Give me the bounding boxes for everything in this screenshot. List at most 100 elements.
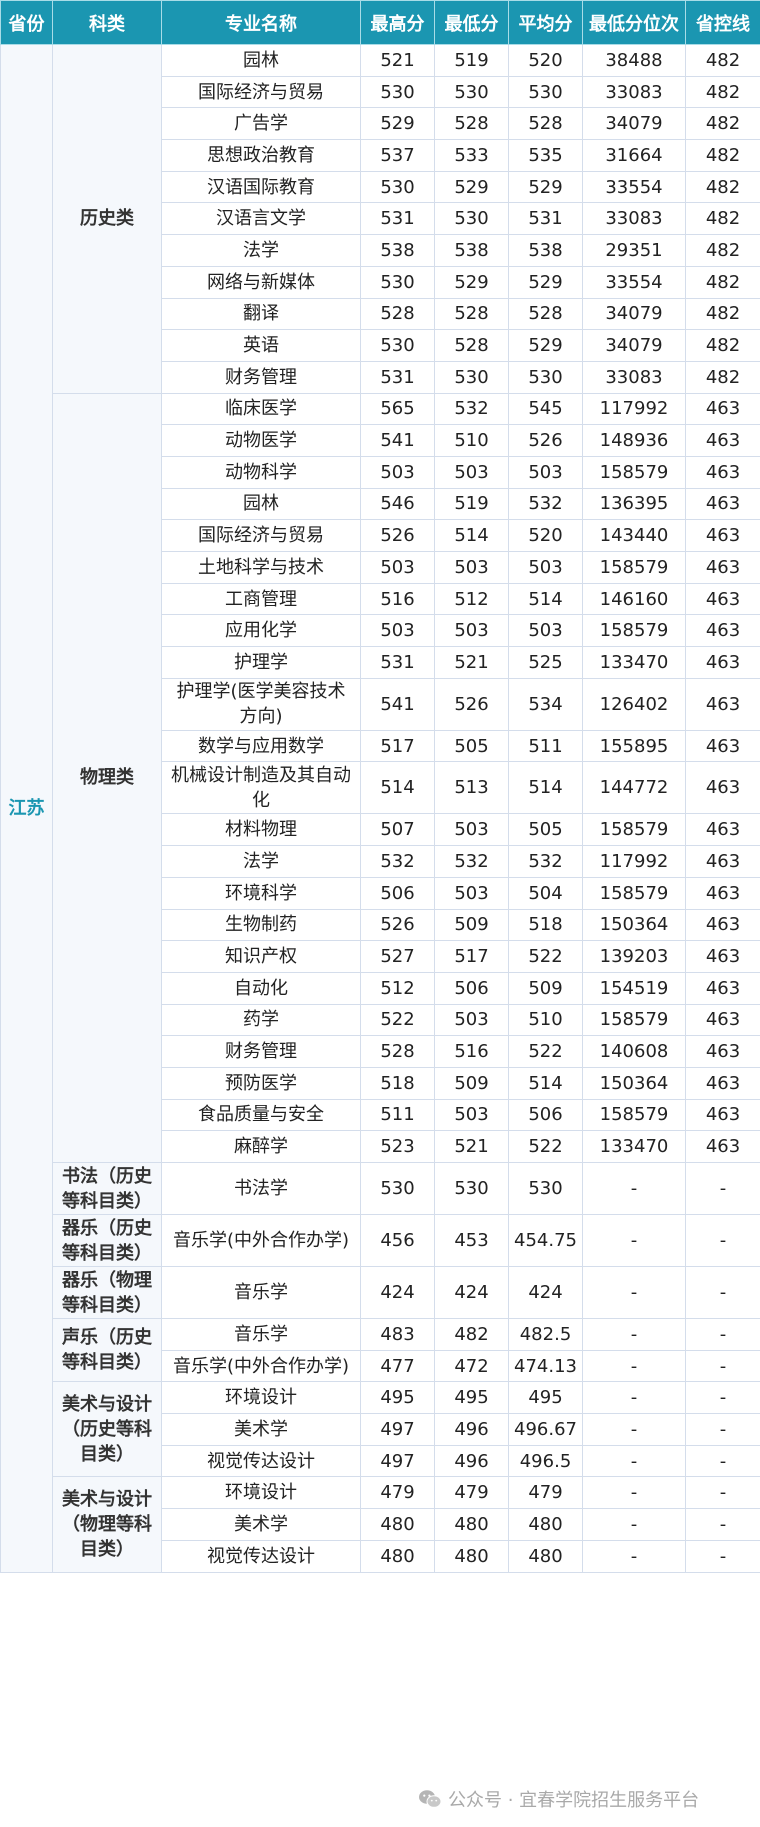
control-line-cell: 463 — [685, 487, 760, 521]
max-score-cell: 531 — [360, 202, 435, 236]
control-line-cell: - — [685, 1444, 760, 1478]
max-score-cell: 538 — [360, 234, 435, 267]
min-rank-cell: 158579 — [582, 1003, 686, 1037]
major-name-cell: 机械设计制造及其自动化 — [161, 761, 361, 815]
max-score-cell: 527 — [360, 940, 435, 973]
min-score-cell: 530 — [434, 202, 509, 236]
major-name-cell: 汉语言文学 — [161, 202, 361, 236]
avg-score-cell: 496.67 — [508, 1413, 583, 1446]
min-rank-cell: 29351 — [582, 234, 686, 267]
control-line-cell: 482 — [685, 44, 760, 77]
min-score-cell: 519 — [434, 44, 509, 77]
avg-score-cell: 531 — [508, 202, 583, 236]
min-rank-cell: - — [582, 1318, 686, 1351]
header-min-rank: 最低分位次 — [582, 0, 686, 45]
max-score-cell: 541 — [360, 424, 435, 457]
avg-score-cell: 535 — [508, 139, 583, 172]
category-cell: 书法（历史等科目类） — [52, 1162, 162, 1215]
major-name-cell: 法学 — [161, 845, 361, 878]
min-rank-cell: 158579 — [582, 1098, 686, 1132]
control-line-cell: 482 — [685, 234, 760, 267]
control-line-cell: - — [685, 1214, 760, 1267]
max-score-cell: 537 — [360, 139, 435, 172]
major-name-cell: 麻醉学 — [161, 1130, 361, 1163]
max-score-cell: 511 — [360, 1098, 435, 1132]
category-cell: 美术与设计（物理等科目类） — [52, 1476, 162, 1573]
max-score-cell: 532 — [360, 845, 435, 878]
min-score-cell: 509 — [434, 908, 509, 942]
min-rank-cell: 139203 — [582, 940, 686, 973]
table-row: 声乐（历史等科目类） 音乐学 483 482 482.5- - — [1, 1317, 760, 1383]
control-line-cell: - — [685, 1381, 760, 1415]
max-score-cell: 517 — [360, 729, 435, 763]
major-name-cell: 工商管理 — [161, 582, 361, 616]
avg-score-cell: 424 — [508, 1266, 583, 1319]
max-score-cell: 530 — [360, 265, 435, 299]
min-rank-cell: 150364 — [582, 1066, 686, 1100]
category-cell: 物理类 — [52, 392, 162, 1164]
admission-score-table: 省份 科类 专业名称 最高分 最低分 平均分 最低分位次 省控线 江苏 历史类 园林… — [0, 0, 760, 1573]
avg-score-cell: 454.75 — [508, 1214, 583, 1267]
min-rank-cell: - — [582, 1381, 686, 1415]
max-score-cell: 424 — [360, 1266, 435, 1319]
major-name-cell: 护理学 — [161, 646, 361, 679]
control-line-cell: 463 — [685, 424, 760, 457]
max-score-cell: 522 — [360, 1003, 435, 1037]
header-min-score: 最低分 — [434, 0, 509, 45]
control-line-cell: 463 — [685, 813, 760, 847]
major-name-cell: 环境科学 — [161, 876, 361, 910]
table-row: 书法（历史等科目类） 书法学 530 530 530- - — [1, 1162, 760, 1215]
avg-score-cell: 510 — [508, 1003, 583, 1037]
min-score-cell: 521 — [434, 1130, 509, 1163]
major-name-cell: 视觉传达设计 — [161, 1444, 361, 1478]
table-row: 江苏 历史类 园林 521 519 520 38488 482 — [0, 44, 760, 1573]
min-rank-cell: 33083 — [582, 202, 686, 236]
min-rank-cell: - — [582, 1214, 686, 1267]
min-rank-cell: 117992 — [582, 845, 686, 878]
max-score-cell: 526 — [360, 908, 435, 942]
category-cell: 美术与设计（历史等科目类） — [52, 1381, 162, 1478]
min-score-cell: 530 — [434, 360, 509, 394]
major-name-cell: 财务管理 — [161, 360, 361, 394]
max-score-cell: 480 — [360, 1539, 435, 1573]
major-name-cell: 动物医学 — [161, 424, 361, 457]
min-score-cell: 528 — [434, 107, 509, 141]
min-score-cell: 496 — [434, 1444, 509, 1478]
min-score-cell: 503 — [434, 455, 509, 489]
header-max-score: 最高分 — [360, 0, 435, 45]
min-score-cell: 514 — [434, 519, 509, 552]
major-name-cell: 音乐学 — [161, 1266, 361, 1319]
max-score-cell: 521 — [360, 44, 435, 77]
control-line-cell: 463 — [685, 729, 760, 763]
max-score-cell: 518 — [360, 1066, 435, 1100]
avg-score-cell: 514 — [508, 761, 583, 815]
max-score-cell: 456 — [360, 1214, 435, 1267]
control-line-cell: 482 — [685, 107, 760, 141]
avg-score-cell: 503 — [508, 551, 583, 584]
control-line-cell: 463 — [685, 876, 760, 910]
min-score-cell: 495 — [434, 1381, 509, 1415]
control-line-cell: 463 — [685, 582, 760, 616]
max-score-cell: 531 — [360, 646, 435, 679]
watermark-text: 公众号 · 宜春学院招生服务平台 — [448, 1790, 700, 1811]
min-rank-cell: 158579 — [582, 614, 686, 648]
category-cell: 声乐（历史等科目类） — [52, 1317, 162, 1383]
major-name-cell: 书法学 — [161, 1162, 361, 1215]
min-score-cell: 526 — [434, 677, 509, 731]
major-name-cell: 动物科学 — [161, 455, 361, 489]
header-province: 省份 — [0, 0, 53, 45]
avg-score-cell: 520 — [508, 44, 583, 77]
min-rank-cell: - — [582, 1444, 686, 1478]
max-score-cell: 479 — [360, 1476, 435, 1510]
max-score-cell: 565 — [360, 392, 435, 426]
control-line-cell: 482 — [685, 297, 760, 331]
control-line-cell: 463 — [685, 392, 760, 426]
min-rank-cell: 140608 — [582, 1035, 686, 1068]
min-rank-cell: 144772 — [582, 761, 686, 815]
min-score-cell: 503 — [434, 876, 509, 910]
avg-score-cell: 503 — [508, 455, 583, 489]
min-rank-cell: 158579 — [582, 551, 686, 584]
table-row: 美术与设计（历史等科目类） 环境设计 495 495 495- - — [1, 1381, 760, 1478]
control-line-cell: 463 — [685, 761, 760, 815]
control-line-cell: 463 — [685, 519, 760, 552]
